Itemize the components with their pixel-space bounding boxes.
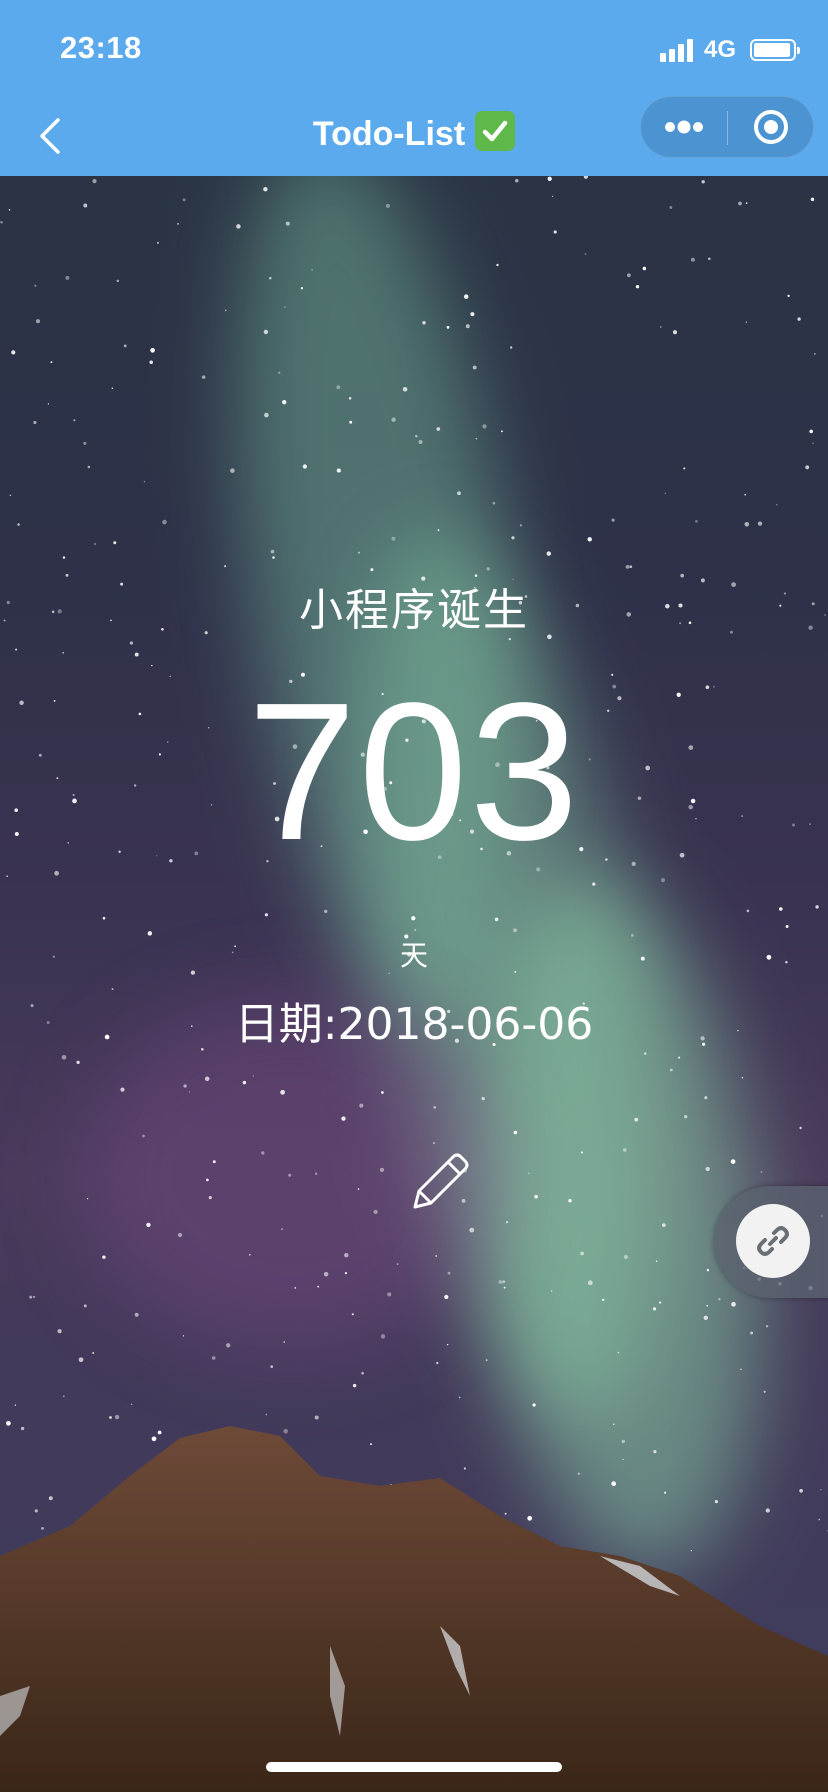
event-date: 日期:2018-06-06 <box>234 999 594 1050</box>
status-time: 23:18 <box>60 30 142 65</box>
status-indicators: 4G <box>659 36 800 64</box>
home-indicator <box>266 1762 562 1772</box>
page-title-text: Todo-List <box>312 115 466 153</box>
edit-button[interactable] <box>400 1142 476 1218</box>
battery-icon <box>750 39 800 61</box>
link-button[interactable] <box>736 1204 810 1278</box>
app-screen: 23:18 4G Todo-List 小程序诞生 703 天 日期:2018-0… <box>0 0 828 1792</box>
cellular-signal-icon <box>659 38 693 62</box>
check-mark-button-icon <box>475 111 516 151</box>
mountain-silhouette <box>0 1426 828 1792</box>
navigation-bar: Todo-List <box>0 96 828 176</box>
event-name: 小程序诞生 <box>299 585 529 636</box>
close-mini-program-button[interactable] <box>728 97 814 157</box>
status-bar: 23:18 4G <box>0 0 828 96</box>
day-unit: 天 <box>399 939 428 972</box>
more-dots-icon <box>665 120 703 134</box>
aurora-background-image <box>0 176 828 1792</box>
target-circle-icon <box>754 110 788 144</box>
more-menu-button[interactable] <box>641 97 727 157</box>
day-count: 703 <box>247 662 581 881</box>
mini-program-capsule <box>640 96 814 158</box>
floating-share-handle <box>714 1186 828 1298</box>
network-type: 4G <box>703 36 736 63</box>
pencil-icon <box>413 1153 469 1209</box>
link-icon <box>757 1226 789 1256</box>
